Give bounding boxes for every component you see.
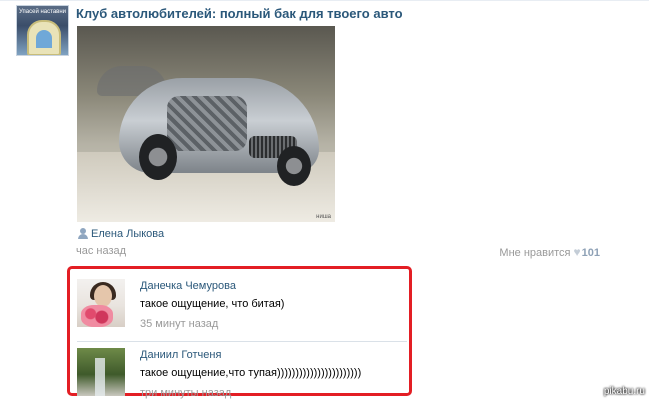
like-label: Мне нравится — [499, 247, 571, 259]
group-avatar-text: Упасей наставник! — [19, 9, 66, 15]
photo-car-front-wheel — [277, 146, 311, 186]
heart-icon: ♥ — [573, 245, 581, 259]
avatar-waterfall — [95, 358, 105, 396]
comment-item: Даниил Готченя такое ощущение,что тупая)… — [77, 348, 407, 399]
comment-avatar[interactable] — [77, 279, 125, 327]
top-divider — [0, 0, 649, 1]
avatar-face — [94, 285, 112, 307]
post-author[interactable]: Елена Лыкова — [78, 228, 164, 240]
person-icon — [78, 228, 88, 239]
comment-divider — [77, 341, 407, 342]
photo-watermark: ниша — [316, 214, 331, 220]
group-avatar[interactable]: Упасей наставник! — [16, 5, 69, 56]
post-photo[interactable]: ниша — [77, 26, 335, 222]
comment-time[interactable]: 35 минут назад — [140, 318, 218, 330]
like-count: 101 — [581, 247, 600, 259]
comment-item: Данечка Чемурова такое ощущение, что бит… — [77, 279, 407, 339]
photo-car-rear-wheel — [139, 134, 177, 180]
photo-car-engine — [167, 96, 247, 151]
comment-avatar[interactable] — [77, 348, 125, 396]
comment-time[interactable]: три минуты назад — [140, 387, 231, 399]
group-avatar-emblem — [27, 20, 61, 55]
post-time[interactable]: час назад — [76, 245, 126, 257]
comment-text: такое ощущение,что тупая))))))))))))))))… — [140, 367, 362, 379]
pikabu-watermark: pikabu.ru — [603, 386, 645, 397]
comment-text: такое ощущение, что битая) — [140, 298, 285, 310]
comment-author-name[interactable]: Даниил Готченя — [140, 349, 221, 361]
comments-highlight-box: Данечка Чемурова такое ощущение, что бит… — [67, 266, 412, 399]
post-title[interactable]: Клуб автолюбителей: полный бак для твоег… — [76, 6, 403, 21]
avatar-flowers — [81, 305, 113, 327]
like-button[interactable]: Мне нравится ♥101 — [499, 245, 600, 259]
author-name[interactable]: Елена Лыкова — [91, 228, 164, 240]
comment-author-name[interactable]: Данечка Чемурова — [140, 280, 236, 292]
